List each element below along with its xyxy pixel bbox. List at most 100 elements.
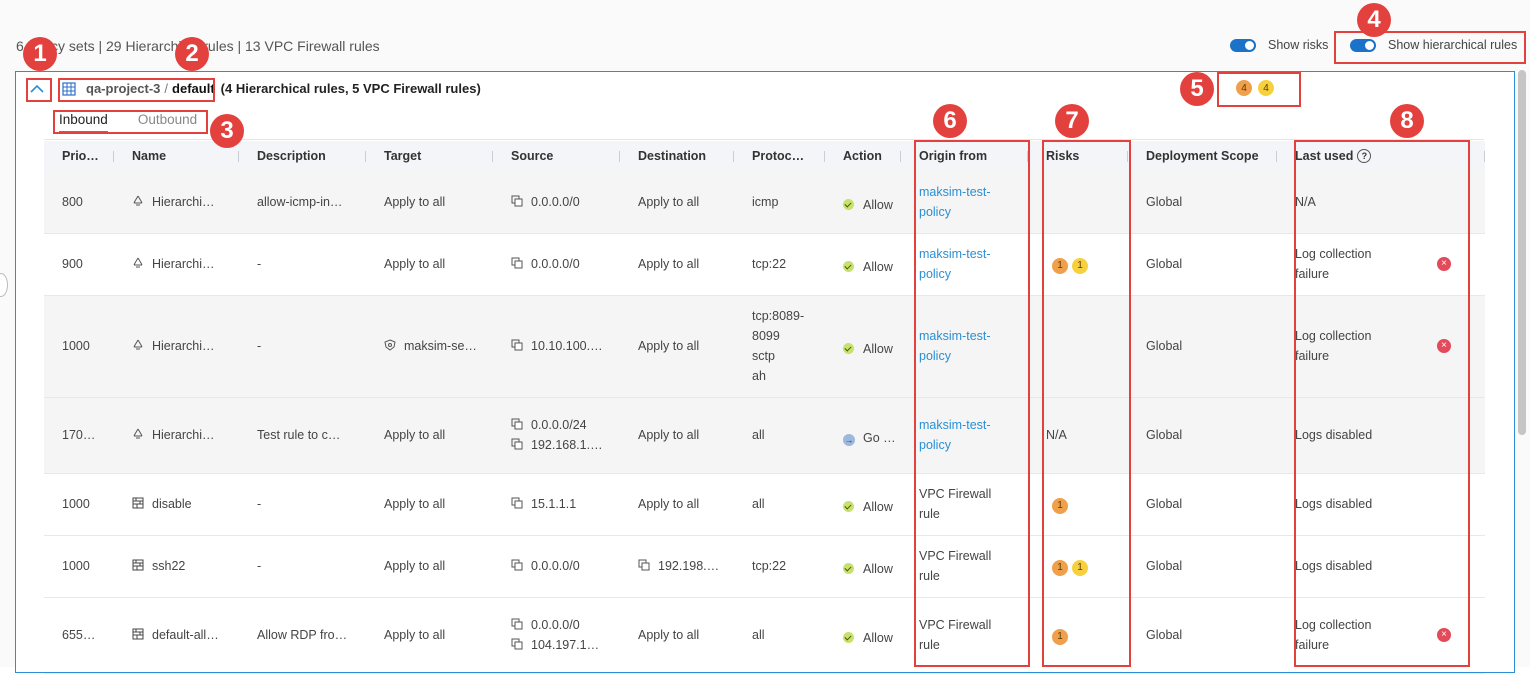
breadcrumb-separator: / — [164, 81, 169, 96]
show-hierarchical-toggle[interactable]: Show hierarchical rules — [1350, 38, 1517, 52]
source-cell: 15.1.1.1 — [493, 473, 620, 536]
column-header[interactable]: Target — [366, 141, 493, 171]
copy-icon[interactable] — [511, 418, 531, 432]
column-header[interactable]: Origin from — [901, 141, 1028, 171]
direction-tabs: Inbound Outbound — [59, 112, 227, 133]
column-header[interactable]: Last used? — [1277, 141, 1485, 171]
destination-value: Apply to all — [638, 428, 700, 442]
show-risks-toggle[interactable]: Show risks — [1230, 38, 1328, 52]
left-edge-handle[interactable] — [0, 273, 8, 297]
description-cell: - — [239, 535, 366, 598]
name-cell[interactable]: disable — [114, 473, 239, 536]
destination-value: Apply to all — [638, 257, 700, 271]
column-header[interactable]: Action — [825, 141, 901, 171]
cell-text: rule — [919, 638, 940, 652]
risk-badge[interactable]: 1 — [1072, 258, 1088, 274]
target-cell: Apply to all — [366, 473, 493, 536]
origin-cell: VPC Firewall rule — [901, 473, 1028, 536]
risks-cell: 1 — [1028, 473, 1128, 536]
table-row[interactable]: 655… default-all… Allow RDP fro… Apply to a… — [44, 597, 1485, 674]
table-row[interactable]: 1000 Hierarchi… - maksim-se… 10.10.100.… Appl… — [44, 295, 1485, 398]
origin-cell: VPC Firewall rule — [901, 597, 1028, 674]
cell-text: tcp:22 — [752, 257, 787, 271]
copy-icon[interactable] — [511, 195, 531, 209]
table-row[interactable]: 1000 disable - Apply to all 15.1.1.1 Apply to… — [44, 473, 1485, 536]
destination-cell: Apply to all — [620, 473, 734, 536]
risk-badge[interactable]: 1 — [1052, 498, 1068, 514]
cell-text: icmp — [752, 194, 779, 209]
breadcrumb: qa-project-3 / default (4 Hierarchical r… — [62, 81, 481, 96]
scope-cell: Global — [1128, 397, 1277, 474]
column-header-label: Protoc… — [752, 149, 805, 163]
column-header[interactable]: Source — [493, 141, 620, 171]
network-name[interactable]: default — [172, 81, 215, 96]
name-cell[interactable]: ssh22 — [114, 535, 239, 598]
scope-value: Global — [1146, 339, 1183, 353]
toggle-switch-icon[interactable] — [1230, 38, 1256, 52]
origin-cell[interactable]: maksim-test-policy — [901, 233, 1028, 296]
toggle-switch-icon[interactable] — [1350, 38, 1376, 52]
name-cell[interactable]: Hierarchi… — [114, 295, 239, 398]
target-cell: Apply to all — [366, 535, 493, 598]
table-row[interactable]: 170… Hierarchi… Test rule to c… Apply to al… — [44, 397, 1485, 474]
copy-icon[interactable] — [511, 618, 531, 632]
risk-badge[interactable]: 1 — [1072, 560, 1088, 576]
copy-icon[interactable] — [511, 638, 531, 652]
table-row[interactable]: 900 Hierarchi… - Apply to all 0.0.0.0/0 Apply… — [44, 233, 1485, 296]
copy-icon[interactable] — [511, 438, 531, 452]
copy-icon[interactable] — [638, 559, 658, 573]
help-icon[interactable]: ? — [1357, 149, 1372, 163]
origin-cell[interactable]: maksim-test-policy — [901, 295, 1028, 398]
name-cell[interactable]: Hierarchi… — [114, 397, 239, 474]
column-header[interactable]: Destination — [620, 141, 734, 171]
cell-text: failure — [1295, 349, 1330, 363]
last-used-cell: Log collection failure × — [1277, 233, 1485, 296]
column-header[interactable]: Description — [239, 141, 366, 171]
risk-medium-badge: 4 — [1258, 80, 1274, 96]
risk-badge[interactable]: 1 — [1052, 560, 1068, 576]
destination-value: Apply to all — [638, 339, 700, 353]
priority-value: 1000 — [62, 497, 90, 511]
name-cell[interactable]: Hierarchi… — [114, 171, 239, 234]
risks-cell: 11 — [1028, 233, 1128, 296]
show-risks-label: Show risks — [1268, 38, 1329, 52]
tab-outbound[interactable]: Outbound — [138, 112, 197, 133]
column-header-label: Origin from — [919, 149, 988, 163]
project-name[interactable]: qa-project-3 — [86, 81, 160, 96]
scope-value: Global — [1146, 194, 1183, 209]
copy-icon[interactable] — [511, 339, 531, 353]
annotation-marker-8: 8 — [1390, 104, 1424, 138]
column-divider[interactable] — [1484, 151, 1485, 162]
risk-badge[interactable]: 1 — [1052, 258, 1068, 274]
table-row[interactable]: 800 Hierarchi… allow-icmp-in… Apply to all 0… — [44, 171, 1485, 234]
name-cell[interactable]: Hierarchi… — [114, 233, 239, 296]
column-header[interactable]: Deployment Scope — [1128, 141, 1277, 171]
error-icon: × — [1437, 339, 1451, 353]
collapse-button[interactable] — [27, 80, 47, 98]
table-row[interactable]: 1000 ssh22 - Apply to all 0.0.0.0/0 192.198.…… — [44, 535, 1485, 598]
origin-cell[interactable]: maksim-test-policy — [901, 397, 1028, 474]
column-header[interactable]: Prio… — [44, 141, 114, 171]
rule-counts: (4 Hierarchical rules, 5 VPC Firewall ru… — [220, 81, 481, 96]
description-value: - — [257, 559, 262, 573]
scrollbar[interactable] — [1518, 70, 1526, 435]
priority-cell: 170… — [44, 397, 114, 474]
rule-name: ssh22 — [152, 559, 186, 573]
action-value: Allow — [863, 562, 893, 576]
last-used-cell: Log collection failure × — [1277, 597, 1485, 674]
cell-text: 192.168.1.… — [531, 438, 603, 452]
copy-icon[interactable] — [511, 257, 531, 271]
priority-value: 655… — [62, 628, 96, 642]
copy-icon[interactable] — [511, 559, 531, 573]
scope-value: Global — [1146, 559, 1183, 573]
name-cell[interactable]: default-all… — [114, 597, 239, 674]
column-header[interactable]: Risks — [1028, 141, 1128, 171]
cell-text: N/A — [1295, 194, 1316, 209]
copy-icon[interactable] — [511, 497, 531, 511]
risk-badge[interactable]: 1 — [1052, 629, 1068, 645]
cell-text: sctp — [752, 349, 775, 363]
tab-inbound[interactable]: Inbound — [59, 112, 108, 133]
target-value: Apply to all — [384, 194, 446, 209]
column-header[interactable]: Protoc… — [734, 141, 825, 171]
origin-cell[interactable]: maksim-test-policy — [901, 171, 1028, 234]
